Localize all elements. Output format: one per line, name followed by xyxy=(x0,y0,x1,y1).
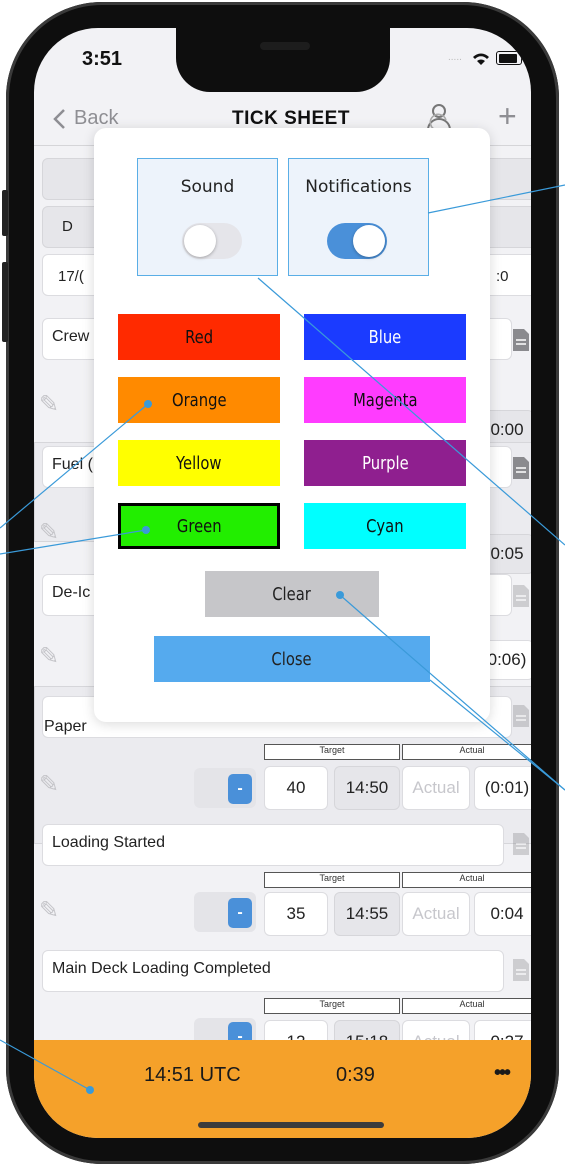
sound-label: Sound xyxy=(180,177,235,197)
speaker xyxy=(260,42,310,50)
color-button-yellow[interactable]: Yellow xyxy=(118,440,280,486)
close-label: Close xyxy=(271,648,313,670)
color-label: Orange xyxy=(171,389,227,411)
color-button-cyan[interactable]: Cyan xyxy=(304,503,466,549)
target-header: Target xyxy=(264,872,400,888)
document-icon[interactable] xyxy=(512,958,530,987)
offset-field[interactable]: 35 xyxy=(264,892,328,936)
document-icon[interactable] xyxy=(512,328,530,357)
add-icon[interactable]: + xyxy=(498,98,517,135)
color-label: Magenta xyxy=(352,389,418,411)
color-button-purple[interactable]: Purple xyxy=(304,440,466,486)
color-label: Blue xyxy=(368,326,402,348)
task-label: Crew xyxy=(52,328,90,345)
actual-header: Actual xyxy=(402,744,531,760)
actual-time[interactable]: 0:04 xyxy=(474,892,531,936)
row-label: D xyxy=(62,218,73,235)
notifications-switch[interactable] xyxy=(327,223,387,259)
notch xyxy=(176,28,390,92)
document-icon[interactable] xyxy=(512,584,530,613)
key-pin-icon[interactable]: ✎ xyxy=(39,518,59,547)
task-label: Loading Started xyxy=(52,834,165,851)
task-label: Paper xyxy=(44,718,87,735)
wifi-icon xyxy=(473,53,489,65)
color-button-blue[interactable]: Blue xyxy=(304,314,466,360)
target-time: 14:55 xyxy=(334,892,400,936)
task-label: De-Ic xyxy=(52,584,91,601)
minus-button[interactable]: - xyxy=(228,774,252,804)
more-menu-button[interactable]: ••• xyxy=(494,1062,511,1085)
elapsed-time: 0:39 xyxy=(336,1064,375,1086)
task-label: Fuel ( xyxy=(52,456,93,473)
home-indicator xyxy=(198,1122,384,1128)
color-label: Cyan xyxy=(366,515,404,537)
document-icon[interactable] xyxy=(512,832,530,861)
phone-side-button xyxy=(2,190,8,236)
clear-button[interactable]: Clear xyxy=(205,571,379,617)
date-end-value: :0 xyxy=(496,268,509,285)
actual-input[interactable]: Actual xyxy=(402,892,470,936)
key-pin-icon[interactable]: ✎ xyxy=(39,642,59,671)
offset-field[interactable]: 40 xyxy=(264,766,328,810)
actual-header: Actual xyxy=(402,872,531,888)
sound-toggle-box: Sound xyxy=(137,158,278,276)
actual-time[interactable]: (0:01) xyxy=(474,766,531,810)
color-label: Green xyxy=(176,515,222,537)
utc-clock: 14:51 UTC xyxy=(144,1064,241,1086)
key-pin-icon[interactable]: ✎ xyxy=(39,896,59,925)
clear-label: Clear xyxy=(272,583,312,605)
switch-knob xyxy=(184,225,216,257)
color-button-green[interactable]: Green xyxy=(118,503,280,549)
status-time: 3:51 xyxy=(82,48,123,70)
color-button-orange[interactable]: Orange xyxy=(118,377,280,423)
color-label: Purple xyxy=(361,452,409,474)
target-header: Target xyxy=(264,998,400,1014)
close-button[interactable]: Close xyxy=(154,636,430,682)
target-time: 14:50 xyxy=(334,766,400,810)
document-icon[interactable] xyxy=(512,456,530,485)
key-pin-icon[interactable]: ✎ xyxy=(39,390,59,419)
key-pin-icon[interactable]: ✎ xyxy=(39,770,59,799)
target-header: Target xyxy=(264,744,400,760)
color-button-red[interactable]: Red xyxy=(118,314,280,360)
date-value: 17/( xyxy=(58,268,84,285)
switch-knob xyxy=(353,225,385,257)
color-label: Red xyxy=(184,326,214,348)
task-label: Main Deck Loading Completed xyxy=(52,960,271,977)
signal-icon: ..... xyxy=(448,52,462,63)
notifications-label: Notifications xyxy=(305,177,412,197)
phone-side-button xyxy=(2,262,8,342)
notifications-toggle-box: Notifications xyxy=(288,158,429,276)
actual-header: Actual xyxy=(402,998,531,1014)
page-title: TICK SHEET xyxy=(232,108,350,129)
color-label: Yellow xyxy=(176,452,222,474)
settings-popover: Sound Notifications Red Blue Orange Magenta… xyxy=(94,128,490,722)
sound-switch[interactable] xyxy=(182,223,242,259)
actual-input[interactable]: Actual xyxy=(402,766,470,810)
battery-icon xyxy=(496,51,522,65)
back-button[interactable]: Back xyxy=(74,107,118,130)
minus-button[interactable]: - xyxy=(228,898,252,928)
document-icon[interactable] xyxy=(512,704,530,733)
color-button-magenta[interactable]: Magenta xyxy=(304,377,466,423)
back-chevron-icon[interactable] xyxy=(52,108,66,130)
